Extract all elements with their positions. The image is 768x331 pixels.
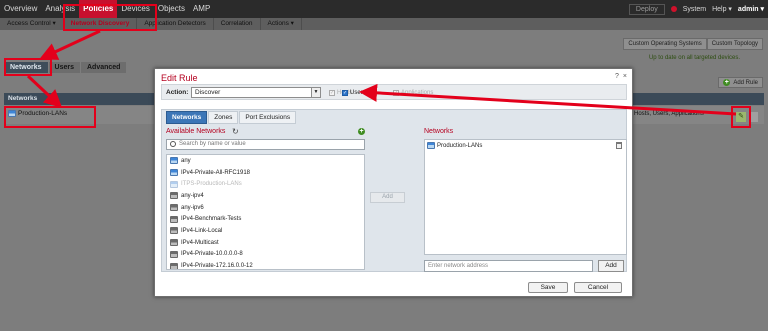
dialog-title: Edit Rule — [161, 73, 198, 83]
list-item-label: IPv4-Private-10.0.0.0-8 — [181, 251, 243, 258]
tab-users[interactable]: Users — [48, 62, 80, 73]
custom-os-button[interactable]: Custom Operating Systems — [623, 38, 707, 50]
add-rule-label: Add Rule — [733, 79, 758, 86]
add-network-icon[interactable]: + — [358, 128, 365, 135]
network-address-placeholder: Enter network address — [428, 263, 489, 269]
deploy-button[interactable]: Deploy — [628, 3, 665, 15]
nav-amp[interactable]: AMP — [189, 0, 214, 18]
search-input[interactable]: Search by name or value — [166, 139, 365, 150]
network-object-icon — [170, 192, 178, 200]
selected-networks-title: Networks — [424, 128, 454, 135]
list-item[interactable]: any-ipv6 — [167, 202, 364, 214]
users-label: Users — [350, 90, 366, 96]
tab-networks[interactable]: Networks — [166, 111, 208, 124]
network-icon — [427, 142, 435, 149]
admin-menu[interactable]: admin ▾ — [738, 5, 764, 13]
network-icon — [170, 169, 178, 177]
users-checkbox[interactable]: ✓ Users — [342, 90, 366, 96]
arrow-to-networks-tab — [39, 29, 101, 60]
alert-icon[interactable] — [670, 6, 677, 12]
action-select[interactable]: Discover ▼ — [191, 87, 321, 98]
list-item-label: IPv4-Private-172.16.0.0-12 — [181, 263, 253, 270]
custom-topology-button[interactable]: Custom Topology — [706, 38, 763, 50]
custom-buttons: Custom Operating Systems Custom Topology — [623, 38, 763, 50]
list-item-label: any-ipv4 — [181, 192, 204, 199]
add-rule-button[interactable]: + Add Rule — [718, 77, 763, 88]
check-icon: ✓ — [393, 90, 399, 96]
save-button[interactable]: Save — [528, 282, 568, 293]
subnav-actions[interactable]: Actions ▾ — [261, 18, 302, 30]
deploy-status: Up to date on all targeted devices. — [648, 55, 740, 61]
network-object-icon — [170, 204, 178, 212]
annotation-box-edit-pencil — [731, 106, 751, 128]
tab-zones[interactable]: Zones — [208, 111, 239, 124]
cancel-button[interactable]: Cancel — [574, 282, 622, 293]
refresh-icon[interactable]: ↻ — [232, 127, 239, 136]
list-item-label: IPv4-Benchmark-Tests — [181, 216, 242, 223]
subnav-access-control[interactable]: Access Control ▾ — [0, 18, 64, 30]
action-select-value: Discover — [195, 89, 221, 96]
applications-checkbox[interactable]: ✓ Applications — [393, 90, 433, 96]
annotation-box-rule-row — [4, 106, 96, 128]
available-networks-list[interactable]: any IPv4-Private-All-RFC1918 ITPS-Produc… — [166, 154, 365, 270]
list-item[interactable]: IPv4-Private-10.0.0.0-8 — [167, 249, 364, 261]
rule-tabs: Networks Zones Port Exclusions — [166, 111, 297, 124]
list-item[interactable]: any — [167, 155, 364, 167]
network-object-icon — [170, 239, 178, 247]
list-item[interactable]: IPv4-Benchmark-Tests — [167, 213, 364, 225]
annotation-box-networks-tab — [4, 58, 52, 76]
list-item-label: IPv4-Private-All-RFC1918 — [181, 169, 251, 176]
applications-label: Applications — [401, 90, 434, 96]
list-item-label: IPv4-Multicast — [181, 239, 219, 246]
nav-overview[interactable]: Overview — [0, 0, 41, 18]
list-item-label: any — [181, 157, 191, 164]
list-item-label: ITPS-Production-LANs — [181, 181, 242, 188]
list-item[interactable]: Production-LANs — [427, 142, 482, 149]
search-icon — [170, 141, 176, 147]
network-object-icon — [170, 262, 178, 269]
network-icon — [170, 157, 178, 165]
rule-action-cell: Hosts, Users, Applications — [634, 111, 704, 117]
trash-icon[interactable] — [751, 112, 758, 122]
list-item[interactable]: IPv4-Private-172.16.0.0-12 — [167, 260, 364, 270]
network-icon — [170, 180, 178, 188]
list-item[interactable]: any-ipv4 — [167, 190, 364, 202]
search-placeholder: Search by name or value — [179, 141, 246, 147]
plus-icon: + — [723, 79, 731, 86]
list-item[interactable]: IPv4-Multicast — [167, 237, 364, 249]
selected-networks-list[interactable] — [424, 139, 627, 255]
subnav-correlation[interactable]: Correlation — [214, 18, 261, 30]
network-object-icon — [170, 227, 178, 235]
list-item[interactable]: IPv4-Private-All-RFC1918 — [167, 167, 364, 179]
list-item[interactable]: ITPS-Production-LANs — [167, 178, 364, 190]
system-menu[interactable]: System — [683, 6, 706, 13]
list-item[interactable]: IPv4-Link-Local — [167, 225, 364, 237]
network-address-input[interactable]: Enter network address — [424, 260, 593, 272]
tab-port-exclusions[interactable]: Port Exclusions — [239, 111, 297, 124]
help-icon[interactable]: ? — [615, 73, 619, 80]
network-object-icon — [170, 250, 178, 258]
help-menu[interactable]: Help ▾ — [712, 5, 732, 13]
tab-advanced[interactable]: Advanced — [80, 62, 127, 73]
check-icon: ✓ — [329, 90, 335, 96]
action-bar: Action: Discover ▼ ✓ Hosts ✓ Users ✓ App… — [161, 84, 627, 100]
plus-icon: + — [358, 128, 365, 135]
close-icon[interactable]: × — [623, 73, 627, 80]
chevron-down-icon: ▼ — [311, 88, 320, 97]
list-item-label: Production-LANs — [437, 142, 483, 149]
list-item-label: any-ipv6 — [181, 204, 204, 211]
annotation-box-network-discovery — [63, 4, 157, 31]
list-item-label: IPv4-Link-Local — [181, 227, 223, 234]
add-address-button[interactable]: Add — [598, 260, 624, 272]
trash-icon[interactable] — [616, 142, 622, 149]
network-object-icon — [170, 215, 178, 223]
action-label: Action: — [166, 89, 189, 96]
nav-objects[interactable]: Objects — [154, 0, 189, 18]
available-networks-title: Available Networks — [166, 128, 226, 135]
check-icon: ✓ — [342, 90, 348, 96]
add-to-networks-button[interactable]: Add — [370, 192, 405, 203]
